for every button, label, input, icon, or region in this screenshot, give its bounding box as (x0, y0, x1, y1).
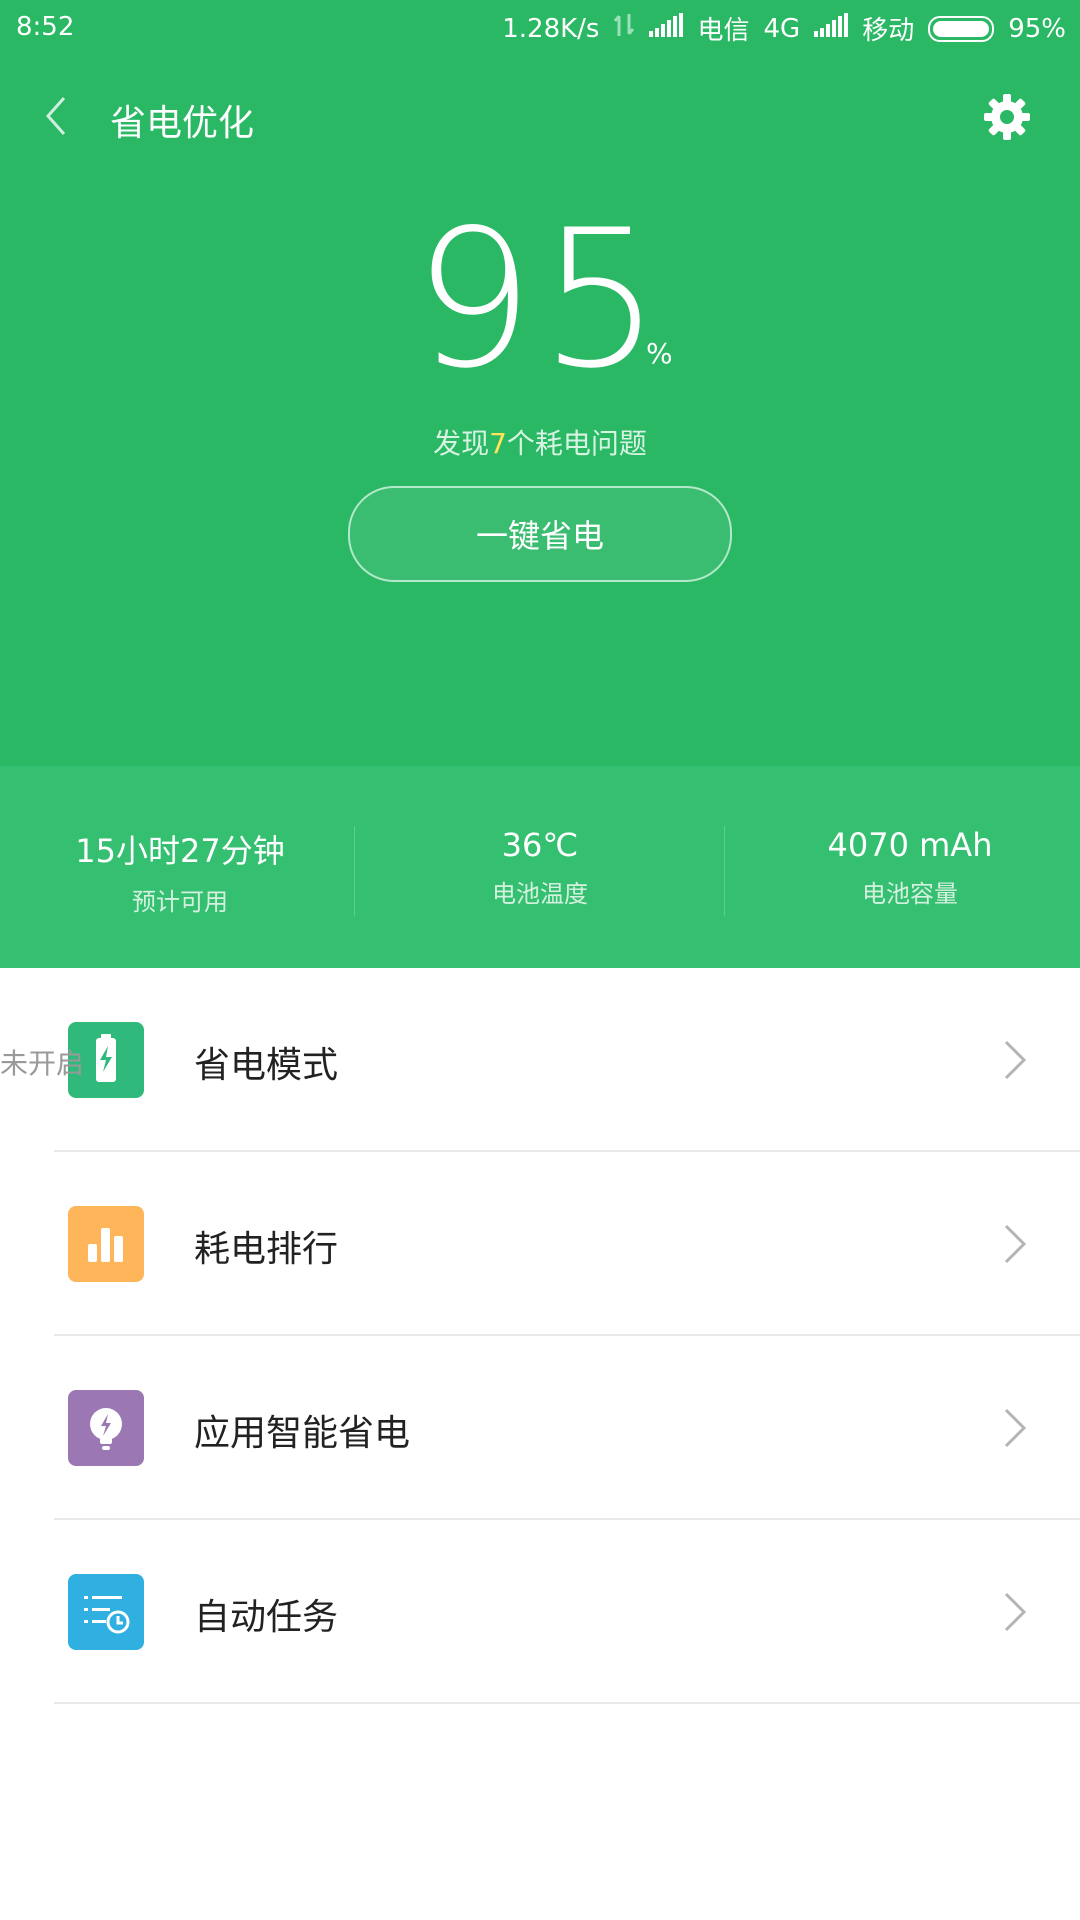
status-time: 8:52 (16, 12, 75, 42)
issues-prefix: 发现 (433, 427, 490, 460)
stat-value: 36℃ (501, 826, 579, 864)
issues-text: 发现7个耗电问题 (0, 422, 1080, 462)
menu-item-label: 耗电排行 (194, 1229, 339, 1270)
battery-panel: 8:52 1.28K/s 电信 4G 移动 95% 省电优化 95 % 发现7个… (0, 0, 1080, 968)
battery-level: 95 % (0, 205, 1080, 395)
row-divider (54, 1702, 1080, 1704)
battery-percent: 95% (1008, 13, 1066, 44)
stat-temperature: 36℃ 电池温度 (360, 826, 720, 909)
stat-value: 4070 mAh (827, 826, 993, 864)
gear-icon (984, 94, 1030, 140)
stat-label: 电池容量 (862, 880, 958, 908)
bulb-bolt-icon (68, 1390, 144, 1466)
chevron-left-icon (45, 97, 66, 135)
carrier-1: 电信 (697, 16, 750, 46)
carrier-2: 移动 (862, 16, 915, 46)
one-key-save-button[interactable]: 一键省电 (348, 486, 732, 582)
chevron-right-icon (1004, 1592, 1027, 1632)
status-bar: 8:52 1.28K/s 电信 4G 移动 95% (0, 0, 1080, 56)
issues-count: 7 (489, 427, 507, 460)
stat-divider (724, 826, 725, 916)
status-right: 1.28K/s 电信 4G 移动 95% (502, 10, 1066, 47)
data-arrows-icon (613, 12, 635, 45)
battery-icon (928, 15, 995, 42)
bar-chart-icon (68, 1206, 144, 1282)
menu-item-auto-tasks[interactable]: 自动任务 (0, 1520, 1080, 1704)
task-clock-icon (68, 1574, 144, 1650)
menu-item-power-saving-mode[interactable]: 省电模式 未开启 (0, 968, 1080, 1152)
chevron-right-icon (1004, 1224, 1027, 1264)
menu-item-status: 未开启 (0, 1047, 85, 1080)
stat-label: 预计可用 (132, 888, 228, 916)
battery-level-number: 95 (413, 189, 667, 410)
menu-item-label: 自动任务 (194, 1597, 339, 1638)
app-bar: 省电优化 (0, 60, 1080, 170)
signal-icon (814, 13, 849, 44)
stat-capacity: 4070 mAh 电池容量 (730, 826, 1080, 909)
chevron-right-icon (1004, 1408, 1027, 1448)
stat-divider (354, 826, 355, 916)
stat-label: 电池温度 (492, 880, 588, 908)
menu-item-power-ranking[interactable]: 耗电排行 (0, 1152, 1080, 1336)
back-button[interactable] (38, 96, 78, 136)
stat-estimated-time: 15小时27分钟 预计可用 (0, 826, 360, 917)
menu-item-app-smart-saving[interactable]: 应用智能省电 (0, 1336, 1080, 1520)
chevron-right-icon (1004, 1040, 1027, 1080)
signal-icon (649, 13, 684, 44)
issues-suffix: 个耗电问题 (506, 427, 647, 460)
battery-level-unit: % (646, 337, 673, 370)
carrier-1-net: 4G (763, 13, 801, 44)
menu-item-label: 应用智能省电 (194, 1413, 411, 1454)
net-speed: 1.28K/s (502, 13, 600, 44)
stat-value: 15小时27分钟 (75, 832, 285, 870)
page-title: 省电优化 (110, 103, 255, 144)
settings-button[interactable] (982, 92, 1032, 142)
stats-band: 15小时27分钟 预计可用 36℃ 电池温度 4070 mAh 电池容量 (0, 766, 1080, 968)
